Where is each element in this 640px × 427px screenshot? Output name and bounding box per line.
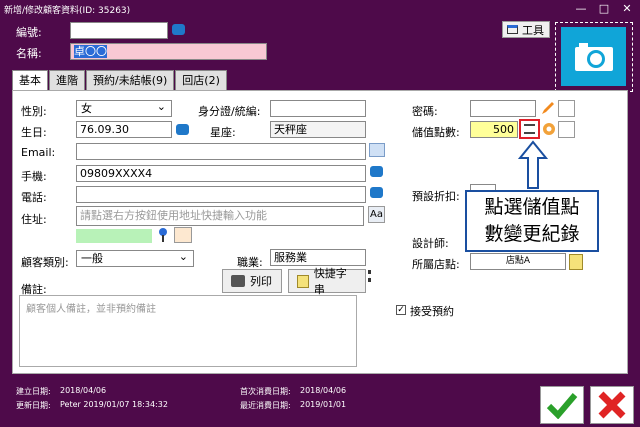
confirm-button[interactable] xyxy=(540,386,584,424)
chat-icon[interactable] xyxy=(172,24,185,35)
phone-input[interactable] xyxy=(76,186,366,203)
number-input[interactable] xyxy=(70,22,168,39)
color-swatch[interactable] xyxy=(76,229,152,243)
name-value: 卓〇〇 xyxy=(74,45,107,58)
window-controls: — □ ✕ xyxy=(572,2,636,16)
store-label: 所屬店點: xyxy=(412,258,460,271)
image-icon[interactable] xyxy=(174,227,192,243)
printer-icon xyxy=(231,275,245,287)
up-arrow-icon xyxy=(518,140,548,189)
tab-booking[interactable]: 預約/未結帳(9) xyxy=(86,70,175,90)
note-icon xyxy=(297,274,309,288)
store-input[interactable]: 店點A xyxy=(470,253,566,270)
tab-bar: 基本 進階 預約/未結帳(9) 回店(2) xyxy=(12,70,228,91)
callout-line-2: 數變更紀錄 xyxy=(484,223,580,245)
camera-icon xyxy=(574,42,613,71)
email-label: Email: xyxy=(21,146,56,159)
callout-line-1: 點選儲值點 xyxy=(484,196,580,218)
tool-button[interactable]: 工具 xyxy=(502,21,550,38)
number-label: 編號: xyxy=(16,26,42,39)
points-label: 儲值點數: xyxy=(412,126,460,139)
print-button[interactable]: 列印 xyxy=(222,269,282,293)
chat-icon[interactable] xyxy=(370,187,383,198)
document-icon[interactable] xyxy=(558,100,575,117)
last-spend-label: 最近消費日期: xyxy=(240,401,291,410)
callout-box: 點選儲值點 數變更紀錄 xyxy=(465,190,599,252)
chat-icon[interactable] xyxy=(370,166,383,177)
category-label: 顧客類別: xyxy=(21,256,69,269)
minimize-button[interactable]: — xyxy=(572,2,590,16)
password-input[interactable] xyxy=(470,100,536,117)
points-input[interactable]: 500 xyxy=(470,121,518,138)
address-label: 住址: xyxy=(21,213,47,226)
close-icon xyxy=(598,391,626,419)
maximize-button[interactable]: □ xyxy=(595,2,613,16)
name-input[interactable]: 卓〇〇 xyxy=(70,43,267,60)
updated-value: Peter 2019/01/07 18:34:32 xyxy=(60,400,168,409)
category-select[interactable]: 一般 xyxy=(76,249,194,267)
phone-label: 電話: xyxy=(21,191,47,204)
first-spend-label: 首次消費日期: xyxy=(240,387,291,396)
accept-booking-checkbox[interactable]: ✓ xyxy=(396,305,406,315)
job-input[interactable]: 服務業 xyxy=(270,249,366,266)
card-icon[interactable] xyxy=(558,121,575,138)
mobile-input[interactable]: 09809XXXX4 xyxy=(76,165,366,182)
window-icon xyxy=(507,25,518,34)
created-label: 建立日期: xyxy=(16,387,51,396)
gender-select[interactable]: 女 xyxy=(76,99,172,117)
note-textarea[interactable]: 顧客個人備註，並非預約備註 xyxy=(19,295,357,367)
last-spend-value: 2019/01/01 xyxy=(300,400,347,409)
birthday-input[interactable]: 76.09.30 xyxy=(76,121,172,138)
window-title: 新增/修改顧客資料(ID: 35263) xyxy=(4,6,131,16)
email-input[interactable] xyxy=(76,143,366,160)
designer-label: 設計師: xyxy=(412,237,449,250)
mobile-label: 手機: xyxy=(21,170,47,183)
mail-icon[interactable] xyxy=(369,143,385,157)
birthday-label: 生日: xyxy=(21,126,47,139)
updated-label: 更新日期: xyxy=(16,401,51,410)
more-icon[interactable] xyxy=(368,270,371,282)
checkmark-icon xyxy=(546,393,578,419)
tab-return[interactable]: 回店(2) xyxy=(175,70,227,90)
gear-icon[interactable] xyxy=(541,121,557,137)
discount-label: 預設折扣: xyxy=(412,190,460,203)
list-icon xyxy=(524,124,535,134)
zodiac-label: 星座: xyxy=(210,126,236,139)
accept-booking-label: 接受預約 xyxy=(410,305,454,318)
tab-advanced[interactable]: 進階 xyxy=(49,70,85,90)
address-shortcut-icon[interactable]: Aa xyxy=(368,206,385,223)
cancel-button[interactable] xyxy=(590,386,634,424)
points-history-button[interactable] xyxy=(519,119,540,139)
id-label: 身分證/統編: xyxy=(198,105,261,118)
store-picker-icon[interactable] xyxy=(569,254,583,270)
chat-icon[interactable] xyxy=(176,124,189,135)
pencil-icon[interactable] xyxy=(540,100,556,116)
name-label: 名稱: xyxy=(16,47,42,60)
zodiac-value: 天秤座 xyxy=(270,121,366,138)
shortcut-string-button[interactable]: 快捷字串 xyxy=(288,267,366,296)
password-label: 密碼: xyxy=(412,105,438,118)
address-input[interactable]: 請點選右方按鈕使用地址快捷輸入功能 xyxy=(76,206,364,226)
job-label: 職業: xyxy=(237,256,263,269)
close-button[interactable]: ✕ xyxy=(618,2,636,16)
pin-icon[interactable] xyxy=(156,227,170,243)
id-input[interactable] xyxy=(270,100,366,117)
created-value: 2018/04/06 xyxy=(60,386,107,395)
first-spend-value: 2018/04/06 xyxy=(300,386,347,395)
tab-basic[interactable]: 基本 xyxy=(12,70,48,91)
gender-label: 性別: xyxy=(21,105,47,118)
camera-button[interactable] xyxy=(561,27,626,86)
